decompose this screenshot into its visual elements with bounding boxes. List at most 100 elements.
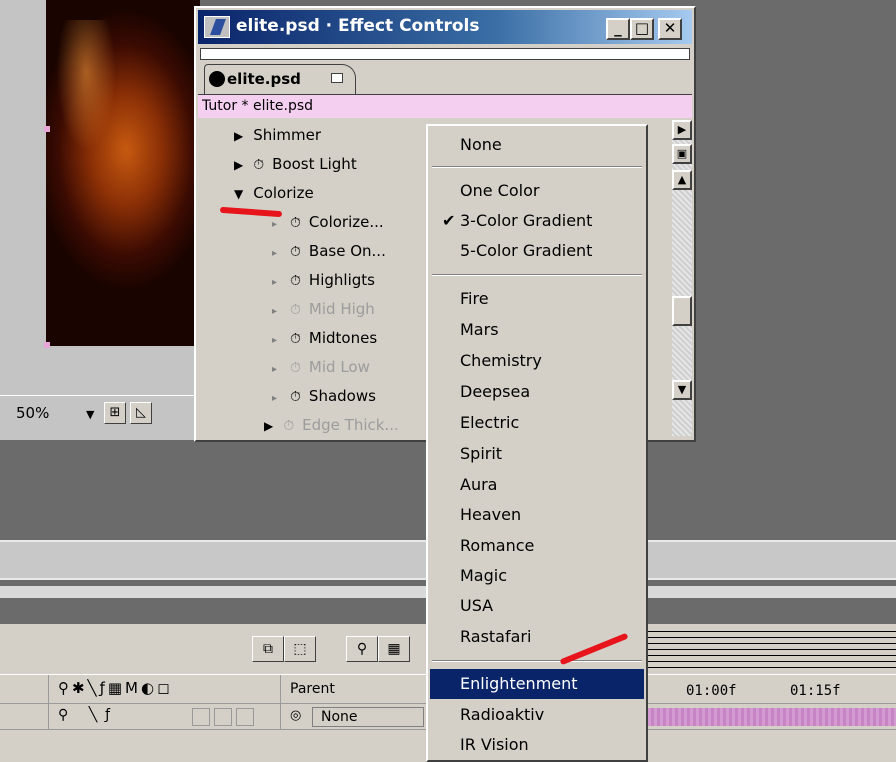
menu-item-5-color-gradient[interactable]: 5-Color Gradient <box>430 236 644 266</box>
grid-icon[interactable]: ⊞ <box>104 402 126 424</box>
stopwatch-icon: ⏱ <box>290 302 301 318</box>
property-mid-low: ▸ ⏱ Mid Low <box>272 354 370 380</box>
column-divider <box>48 675 49 703</box>
menu-item-none[interactable]: None <box>430 130 644 160</box>
composition-image[interactable] <box>46 0 200 346</box>
property-base-on[interactable]: ▸ ⏱ Base On... <box>272 238 386 264</box>
zoom-level[interactable]: 50% <box>16 404 49 422</box>
menu-item-ir-vision[interactable]: IR Vision <box>430 730 644 760</box>
property-colorize[interactable]: ▸ ⏱ Colorize... <box>272 209 384 235</box>
property-shadows[interactable]: ▸ ⏱ Shadows <box>272 383 376 409</box>
layer-switches-icon[interactable]: ⚲✱╲ƒ▦M◐◻ <box>58 679 173 697</box>
switch-box[interactable] <box>236 708 254 726</box>
window-titlebar[interactable]: elite.psd · Effect Controls _ □ ✕ <box>198 10 692 44</box>
menu-item-enlightenment[interactable]: Enlightenment <box>430 669 644 699</box>
menu-item-aura[interactable]: Aura <box>430 470 644 500</box>
property-shimmer[interactable]: ▶ Shimmer <box>234 122 321 148</box>
parent-select[interactable]: None <box>312 707 424 727</box>
shy-layers-icon[interactable]: ⚲ <box>346 636 378 662</box>
bullet-icon: ▸ <box>272 364 278 375</box>
mask-icon[interactable]: ◺ <box>130 402 152 424</box>
bullet-icon: ▸ <box>272 393 278 404</box>
menu-item-chemistry[interactable]: Chemistry <box>430 346 644 376</box>
property-edge-thickness[interactable]: ▶ ⏱ Edge Thick... <box>264 412 399 438</box>
preset-dropdown-menu: None One Color ✔ 3-Color Gradient 5-Color… <box>426 124 648 762</box>
collapsed-triangle-icon[interactable]: ▶ <box>234 152 243 178</box>
expanded-triangle-icon[interactable]: ▼ <box>234 181 243 207</box>
menu-separator <box>432 274 642 276</box>
collapsed-triangle-icon[interactable]: ▶ <box>234 123 243 149</box>
panel-options-icon[interactable]: ▣ <box>672 144 692 164</box>
layer-path: Tutor * elite.psd <box>198 94 692 118</box>
bullet-icon: ▸ <box>272 335 278 346</box>
property-highlights[interactable]: ▸ ⏱ Highligts <box>272 267 375 293</box>
layer-handle[interactable] <box>44 126 50 132</box>
after-effects-icon <box>204 16 230 38</box>
property-midtones[interactable]: ▸ ⏱ Midtones <box>272 325 377 351</box>
menu-item-3-color-gradient[interactable]: ✔ 3-Color Gradient <box>430 206 644 236</box>
menu-item-romance[interactable]: Romance <box>430 531 644 561</box>
stopwatch-icon[interactable]: ⏱ <box>290 326 301 352</box>
bullet-icon: ▸ <box>272 248 278 259</box>
layer-switch-icons[interactable]: ⚲ ╲ƒ <box>58 707 118 723</box>
menu-item-magic[interactable]: Magic <box>430 561 644 591</box>
menu-item-usa[interactable]: USA <box>430 591 644 621</box>
stopwatch-icon[interactable]: ⏱ <box>253 152 264 178</box>
column-divider <box>280 675 281 703</box>
property-colorize-group[interactable]: ▼ Colorize <box>234 180 314 206</box>
stopwatch-icon[interactable]: ⏱ <box>290 384 301 410</box>
effect-icon <box>209 71 225 87</box>
column-divider <box>48 704 49 729</box>
scroll-up-icon[interactable]: ▲ <box>672 170 692 190</box>
stopwatch-icon: ⏱ <box>290 360 301 376</box>
property-boost-light[interactable]: ▶ ⏱ Boost Light <box>234 151 357 177</box>
checkmark-icon: ✔ <box>442 211 456 230</box>
layer-handle[interactable] <box>44 342 50 348</box>
composition-toolbar: 50% ▼ ⊞ ◺ <box>0 395 200 435</box>
tab-menu-icon[interactable] <box>331 73 343 83</box>
tab-elite-psd[interactable]: elite.psd <box>204 64 356 94</box>
scroll-down-icon[interactable]: ▼ <box>672 380 692 400</box>
close-button[interactable]: ✕ <box>658 18 682 40</box>
menu-separator <box>432 166 642 168</box>
menu-item-deepsea[interactable]: Deepsea <box>430 377 644 407</box>
layer-duration-bar[interactable] <box>648 708 896 726</box>
menu-item-electric[interactable]: Electric <box>430 408 644 438</box>
stopwatch-icon[interactable]: ⏱ <box>290 210 301 236</box>
column-divider <box>280 704 281 729</box>
pickwhip-icon[interactable]: ◎ <box>290 708 301 723</box>
bullet-icon: ▸ <box>272 306 278 317</box>
bullet-icon: ▸ <box>272 277 278 288</box>
menu-item-one-color[interactable]: One Color <box>430 176 644 206</box>
menu-item-mars[interactable]: Mars <box>430 315 644 345</box>
menu-item-radioaktiv[interactable]: Radioaktiv <box>430 700 644 730</box>
vertical-scrollbar[interactable]: ▶ ▣ ▲ ▼ <box>672 120 692 436</box>
tab-label: elite.psd <box>227 70 301 88</box>
stopwatch-icon[interactable]: ⏱ <box>290 239 301 265</box>
menu-item-heaven[interactable]: Heaven <box>430 500 644 530</box>
composition-flowchart-icon[interactable]: ⧉ <box>252 636 284 662</box>
maximize-button[interactable]: □ <box>630 18 654 40</box>
menu-separator <box>432 660 642 662</box>
motion-blur-icon[interactable]: ⬚ <box>284 636 316 662</box>
frame-blending-icon[interactable]: ▦ <box>378 636 410 662</box>
time-marker: 01:15f <box>790 683 841 699</box>
scrollbar-thumb[interactable] <box>672 296 692 326</box>
composition-panel: 50% ▼ ⊞ ◺ <box>0 0 200 440</box>
menu-item-spirit[interactable]: Spirit <box>430 439 644 469</box>
timeline-ruler <box>648 626 896 672</box>
switch-box[interactable] <box>214 708 232 726</box>
stopwatch-icon[interactable]: ⏱ <box>290 268 301 294</box>
collapsed-triangle-icon[interactable]: ▶ <box>264 413 273 439</box>
switch-box[interactable] <box>192 708 210 726</box>
minimize-button[interactable]: _ <box>606 18 630 40</box>
menu-item-rastafari[interactable]: Rastafari <box>430 622 644 652</box>
property-mid-high: ▸ ⏱ Mid High <box>272 296 375 322</box>
time-marker: 01:00f <box>686 683 737 699</box>
panel-strip <box>200 48 690 60</box>
zoom-dropdown-icon[interactable]: ▼ <box>86 408 94 421</box>
parent-column-header: Parent <box>290 681 335 697</box>
panel-menu-arrow-icon[interactable]: ▶ <box>672 120 692 140</box>
menu-item-fire[interactable]: Fire <box>430 284 644 314</box>
window-title: elite.psd · Effect Controls <box>236 16 480 36</box>
